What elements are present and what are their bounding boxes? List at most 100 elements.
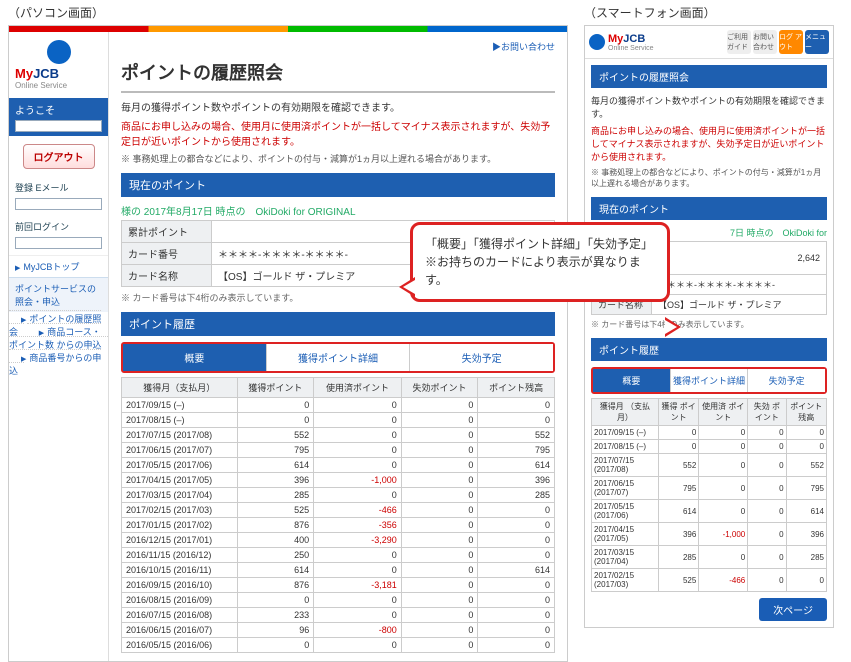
cell: 2017/08/15 (–) (592, 440, 659, 454)
cell: 285 (658, 546, 698, 569)
cell: 0 (478, 578, 555, 593)
cell: -356 (314, 518, 402, 533)
cell: 0 (478, 638, 555, 653)
sp-logo-icon (589, 34, 605, 50)
tab-expire[interactable]: 失効予定 (410, 344, 553, 371)
history-table: 獲得月（支払月）獲得ポイント使用済ポイント失効ポイントポイント残高2017/09… (121, 377, 555, 653)
cell: 2017/09/15 (–) (592, 426, 659, 440)
cell: 0 (401, 398, 478, 413)
cell: 2016/11/15 (2016/12) (122, 548, 238, 563)
logout-button[interactable]: ログアウト (23, 144, 95, 169)
cell: 0 (478, 413, 555, 428)
tab-detail[interactable]: 獲得ポイント詳細 (267, 344, 411, 371)
email-label: 登録 Eメール (9, 177, 108, 198)
row-k2: カード名称 (122, 265, 212, 287)
col-header: 使用済ポイント (314, 378, 402, 398)
cell: 0 (401, 548, 478, 563)
cell: 0 (237, 413, 314, 428)
col-header: ポイント 残高 (786, 399, 826, 426)
guide-icon[interactable]: ご利用 ガイド (727, 30, 751, 54)
col-header: ポイント残高 (478, 378, 555, 398)
cell: 396 (658, 523, 698, 546)
cell: 552 (237, 428, 314, 443)
cell: 0 (699, 500, 748, 523)
lastlogin-value (15, 237, 102, 249)
cell: 0 (699, 440, 748, 454)
row-k1: カード番号 (122, 243, 212, 265)
cell: 0 (401, 608, 478, 623)
cell: 0 (658, 440, 698, 454)
email-value (15, 198, 102, 210)
cell: 2017/06/15 (2017/07) (122, 443, 238, 458)
sidebar-top[interactable]: MyJCBトップ (9, 255, 108, 277)
menu-icon[interactable]: メニュー (805, 30, 829, 54)
sp-card-note: ※ カード番号は下4桁のみ表示しています。 (591, 319, 827, 330)
cell: 2017/05/15 (2017/06) (122, 458, 238, 473)
lead: 毎月の獲得ポイント数やポイントの有効期限を確認できます。 (121, 99, 555, 114)
sidebar-pointservice[interactable]: ポイントサービスの 照会・申込 (9, 277, 108, 312)
pc-panel: MyJCB Online Service ようこそ ログアウト 登録 Eメール … (8, 25, 568, 662)
cell: 396 (786, 523, 826, 546)
cell: 0 (314, 428, 402, 443)
sp-tab-expire[interactable]: 失効予定 (748, 369, 825, 392)
cell: 2017/02/15 (2017/03) (592, 569, 659, 592)
cell: 0 (314, 563, 402, 578)
cell: 614 (237, 458, 314, 473)
callout-tail-left (399, 277, 415, 297)
table-row: 2017/02/15 (2017/03)525-46600 (122, 503, 555, 518)
cell: 396 (237, 473, 314, 488)
table-row: 2017/03/15 (2017/04)28500285 (122, 488, 555, 503)
cell: 795 (658, 477, 698, 500)
tab-overview[interactable]: 概要 (123, 344, 267, 371)
cell: 0 (401, 413, 478, 428)
cell: 0 (748, 569, 786, 592)
sp-section-history: ポイント履歴 (591, 338, 827, 361)
sp-v2: 【OS】ゴールド ザ・プレミア (652, 295, 827, 315)
sidebar: MyJCB Online Service ようこそ ログアウト 登録 Eメール … (9, 32, 109, 661)
cell: 552 (478, 428, 555, 443)
sp-tab-detail[interactable]: 獲得ポイント詳細 (671, 369, 749, 392)
cell: -3,290 (314, 533, 402, 548)
cell: -1,000 (314, 473, 402, 488)
sp-logo-jcb: JCB (623, 33, 645, 45)
sp-section-current: 現在のポイント (591, 197, 827, 220)
next-button[interactable]: 次ページ (759, 598, 827, 621)
cell: 0 (314, 398, 402, 413)
tabs-pc: 概要 獲得ポイント詳細 失効予定 (121, 342, 555, 373)
breadcrumb[interactable]: ▶お問い合わせ (121, 40, 555, 53)
cell: 0 (401, 518, 478, 533)
table-row: 2017/04/15 (2017/05)396-1,0000396 (122, 473, 555, 488)
cell: 0 (478, 503, 555, 518)
table-row: 2017/08/15 (–)0000 (592, 440, 827, 454)
sp-v0: 2,642 (652, 242, 827, 275)
sp-lead: 毎月の獲得ポイント数やポイントの有効期限を確認できます。 (591, 94, 827, 120)
cell: 0 (401, 533, 478, 548)
cell: 0 (658, 426, 698, 440)
sp-logo-sub: Online Service (608, 45, 654, 52)
table-row: 2017/07/15 (2017/08)55200552 (592, 454, 827, 477)
cell: 0 (699, 454, 748, 477)
cell: 0 (314, 458, 402, 473)
cell: 0 (401, 458, 478, 473)
cell: 0 (401, 443, 478, 458)
cell: 2017/04/15 (2017/05) (122, 473, 238, 488)
sidebar-link-2[interactable]: 商品番号からの申込 (9, 349, 101, 379)
cell: 876 (237, 518, 314, 533)
cell: 0 (478, 518, 555, 533)
table-row: 2016/07/15 (2016/08)233000 (122, 608, 555, 623)
cell: 795 (237, 443, 314, 458)
table-row: 2016/05/15 (2016/06)0000 (122, 638, 555, 653)
sp-v1: ＊＊＊＊-＊＊＊＊-＊＊＊＊- (652, 275, 827, 295)
cell: 795 (478, 443, 555, 458)
contact-icon[interactable]: お問い 合わせ (753, 30, 777, 54)
sp-logout-icon[interactable]: ログ アウト (779, 30, 803, 54)
table-row: 2017/05/15 (2017/06)61400614 (122, 458, 555, 473)
col-header: 失効ポイント (401, 378, 478, 398)
cell: 0 (478, 608, 555, 623)
cell: 795 (786, 477, 826, 500)
logo-icon (47, 40, 71, 64)
callout-l1: 「概要」「獲得ポイント詳細」「失効予定」 (425, 235, 655, 253)
cell: 0 (478, 593, 555, 608)
sp-tab-overview[interactable]: 概要 (593, 369, 671, 392)
table-row: 2017/06/15 (2017/07)79500795 (592, 477, 827, 500)
